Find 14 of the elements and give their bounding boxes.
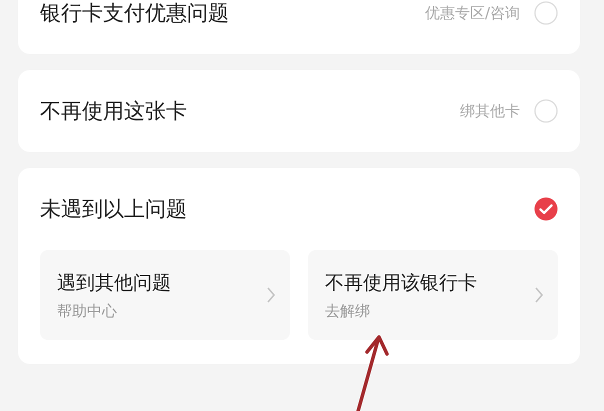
check-icon[interactable]: [534, 197, 558, 221]
link-card[interactable]: 遇到其他问题 帮助中心: [40, 250, 290, 340]
option-title[interactable]: 不再使用这张卡: [40, 97, 187, 125]
link-subtitle: 帮助中心: [57, 302, 118, 320]
chevron-icon: [534, 286, 544, 304]
option-title[interactable]: 未遇到以上问题: [40, 195, 187, 223]
link-subtitle: 去解绑: [325, 302, 371, 320]
link-title: 遇到其他问题: [57, 270, 171, 296]
link-card[interactable]: 不再使用该银行卡 去解绑: [308, 250, 558, 340]
link-title: 不再使用该银行卡: [325, 270, 477, 296]
chevron-icon: [266, 286, 276, 304]
radio-icon[interactable]: [534, 1, 558, 25]
radio-icon[interactable]: [534, 99, 558, 123]
option-title[interactable]: 银行卡支付优惠问题: [40, 0, 229, 27]
